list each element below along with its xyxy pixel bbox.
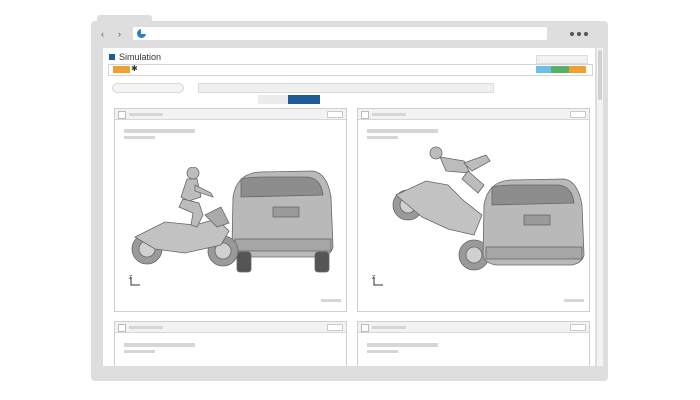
minivan-rear-shape bbox=[482, 178, 585, 266]
scrollbar-thumb[interactable] bbox=[598, 50, 602, 100]
panel-options-button[interactable] bbox=[327, 111, 343, 118]
menu-dot-1[interactable] bbox=[570, 32, 574, 36]
panel-footer-bar bbox=[564, 299, 584, 302]
panel-title-bar bbox=[129, 326, 163, 329]
panel-subheading-bar bbox=[367, 136, 398, 139]
menu-dot-3[interactable] bbox=[584, 32, 588, 36]
panel-heading-bar bbox=[367, 129, 438, 133]
site-logo-icon bbox=[137, 29, 146, 38]
forward-button[interactable]: › bbox=[118, 29, 121, 39]
page-title: Simulation bbox=[119, 52, 162, 62]
panel-checkbox[interactable] bbox=[118, 324, 126, 332]
panel-options-button[interactable] bbox=[570, 111, 586, 118]
panel-title-bar bbox=[372, 326, 406, 329]
panel-subheading-bar bbox=[124, 136, 155, 139]
panel-checkbox[interactable] bbox=[361, 324, 369, 332]
panel-subheading-bar bbox=[124, 350, 155, 353]
panel-heading-bar bbox=[367, 343, 438, 347]
crash-scene-image-1 bbox=[131, 167, 334, 273]
panel-heading-bar bbox=[124, 129, 195, 133]
filter-input[interactable] bbox=[198, 83, 494, 93]
toolbar bbox=[108, 64, 593, 76]
minivan-rear-shape bbox=[231, 170, 334, 273]
toggle-option-right-active[interactable] bbox=[288, 95, 320, 104]
simulation-panel-1: Z bbox=[114, 108, 347, 312]
toggle-option-left[interactable] bbox=[258, 95, 288, 104]
back-button[interactable]: ‹ bbox=[101, 29, 104, 39]
app-logo-icon bbox=[109, 54, 115, 60]
vertical-scrollbar[interactable] bbox=[597, 48, 603, 366]
simulation-panel-4 bbox=[357, 321, 590, 366]
motorcycle-shape bbox=[131, 206, 239, 267]
green-toolbar-button[interactable] bbox=[551, 66, 569, 73]
address-bar[interactable] bbox=[133, 27, 547, 40]
simulation-panel-2: Z bbox=[357, 108, 590, 312]
orange-toolbar-button-2[interactable] bbox=[569, 66, 586, 73]
orange-toolbar-button[interactable] bbox=[113, 66, 130, 73]
page-content: Simulation ✱ Z Z bbox=[103, 48, 595, 366]
panel-checkbox[interactable] bbox=[118, 111, 126, 119]
panel-options-button[interactable] bbox=[327, 324, 343, 331]
menu-dot-2[interactable] bbox=[577, 32, 581, 36]
simulation-panel-3 bbox=[114, 321, 347, 366]
crash-scene-image-2 bbox=[392, 146, 585, 271]
panel-checkbox[interactable] bbox=[361, 111, 369, 119]
panel-subheading-bar bbox=[367, 350, 398, 353]
asterisk-icon[interactable]: ✱ bbox=[131, 65, 138, 73]
panel-footer-bar bbox=[321, 299, 341, 302]
panel-title-bar bbox=[372, 113, 406, 116]
motorcycle-airborne-shape bbox=[392, 180, 490, 271]
panel-options-button[interactable] bbox=[570, 324, 586, 331]
header-action-button[interactable] bbox=[536, 55, 588, 64]
panel-title-bar bbox=[129, 113, 163, 116]
blue-toolbar-button[interactable] bbox=[536, 66, 551, 73]
axis-triad-icon bbox=[130, 277, 140, 286]
axis-triad-icon bbox=[373, 277, 383, 286]
panel-heading-bar bbox=[124, 343, 195, 347]
search-input[interactable] bbox=[112, 83, 184, 93]
